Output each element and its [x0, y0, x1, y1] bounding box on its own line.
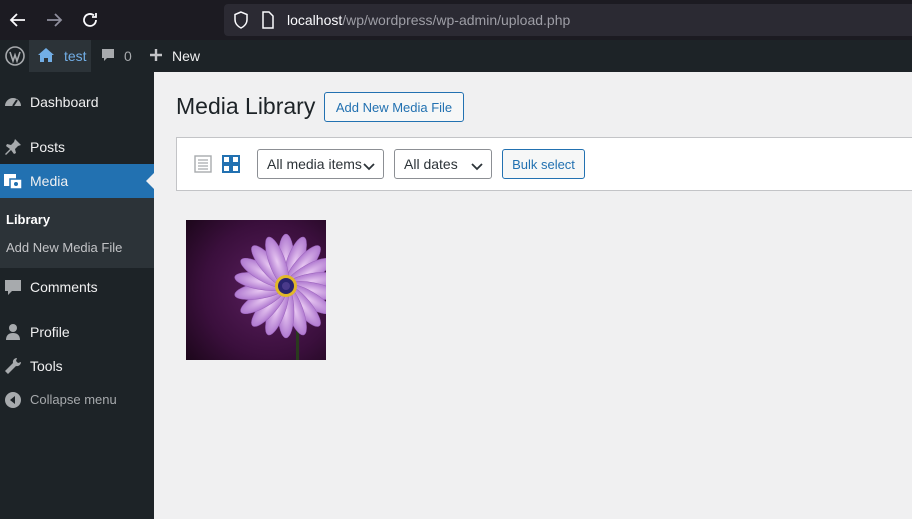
new-content-link[interactable]: New [149, 40, 200, 72]
plus-icon [149, 48, 163, 65]
admin-sidebar: Dashboard Posts Media Library Add New Me… [0, 72, 154, 519]
list-view-icon[interactable] [193, 154, 213, 174]
comments-link[interactable]: 0 [100, 40, 132, 72]
comment-icon [3, 277, 23, 297]
submenu-item-add-new-media-file[interactable]: Add New Media File [6, 240, 122, 255]
collapse-icon [3, 390, 23, 410]
url-bar[interactable]: localhost/wp/wordpress/wp-admin/upload.p… [224, 4, 912, 36]
url-host: localhost [287, 12, 343, 28]
media-icon [3, 171, 23, 191]
media-submenu: Library Add New Media File [0, 198, 154, 268]
comment-bubble-icon [100, 47, 116, 66]
site-name-label: test [64, 48, 87, 64]
chevron-down-icon [363, 159, 375, 171]
sidebar-item-media[interactable]: Media [0, 164, 154, 198]
forward-arrow-icon[interactable] [42, 8, 66, 32]
pin-icon [3, 137, 23, 157]
sidebar-item-label: Profile [30, 324, 70, 340]
browser-toolbar: localhost/wp/wordpress/wp-admin/upload.p… [0, 0, 912, 40]
media-thumbnail[interactable] [186, 220, 326, 360]
sidebar-item-label: Comments [30, 279, 98, 295]
url-path: /wp/wordpress/wp-admin/upload.php [342, 12, 571, 28]
wrench-icon [3, 356, 23, 376]
date-filter[interactable]: All dates [394, 149, 492, 179]
grid-view-icon[interactable] [221, 154, 241, 174]
media-type-filter[interactable]: All media items [257, 149, 384, 179]
wordpress-logo-icon[interactable] [0, 40, 29, 72]
sidebar-item-profile[interactable]: Profile [0, 315, 154, 349]
reload-icon[interactable] [78, 8, 102, 32]
sidebar-item-dashboard[interactable]: Dashboard [0, 85, 154, 119]
media-type-filter-value: All media items [267, 156, 362, 172]
submenu-item-library[interactable]: Library [6, 212, 50, 227]
media-toolbar: All media items All dates Bulk select [176, 137, 912, 191]
wp-admin-bar: test 0 New [0, 40, 912, 72]
bulk-select-button[interactable]: Bulk select [502, 149, 585, 179]
sidebar-item-comments[interactable]: Comments [0, 270, 154, 304]
add-new-media-file-button[interactable]: Add New Media File [324, 92, 464, 122]
date-filter-value: All dates [404, 156, 458, 172]
site-name-link[interactable]: test [29, 40, 91, 72]
page-icon[interactable] [261, 11, 275, 34]
page-title: Media Library [176, 93, 316, 119]
home-icon [37, 47, 55, 66]
comments-count: 0 [124, 48, 132, 64]
new-label: New [172, 48, 201, 64]
sidebar-item-label: Tools [30, 358, 63, 374]
sidebar-item-posts[interactable]: Posts [0, 130, 154, 164]
sidebar-item-label: Posts [30, 139, 66, 155]
flower-image [186, 220, 326, 360]
collapse-menu-button[interactable]: Collapse menu [0, 383, 154, 417]
chevron-down-icon [471, 159, 483, 171]
shield-icon[interactable] [233, 11, 249, 34]
url-text[interactable]: localhost/wp/wordpress/wp-admin/upload.p… [287, 12, 570, 28]
sidebar-item-tools[interactable]: Tools [0, 349, 154, 383]
sidebar-item-label: Media [30, 173, 69, 189]
sidebar-item-label: Dashboard [30, 94, 99, 110]
back-arrow-icon[interactable] [6, 8, 30, 32]
user-icon [3, 322, 23, 342]
dashboard-icon [3, 92, 23, 112]
sidebar-item-label: Collapse menu [30, 392, 117, 407]
